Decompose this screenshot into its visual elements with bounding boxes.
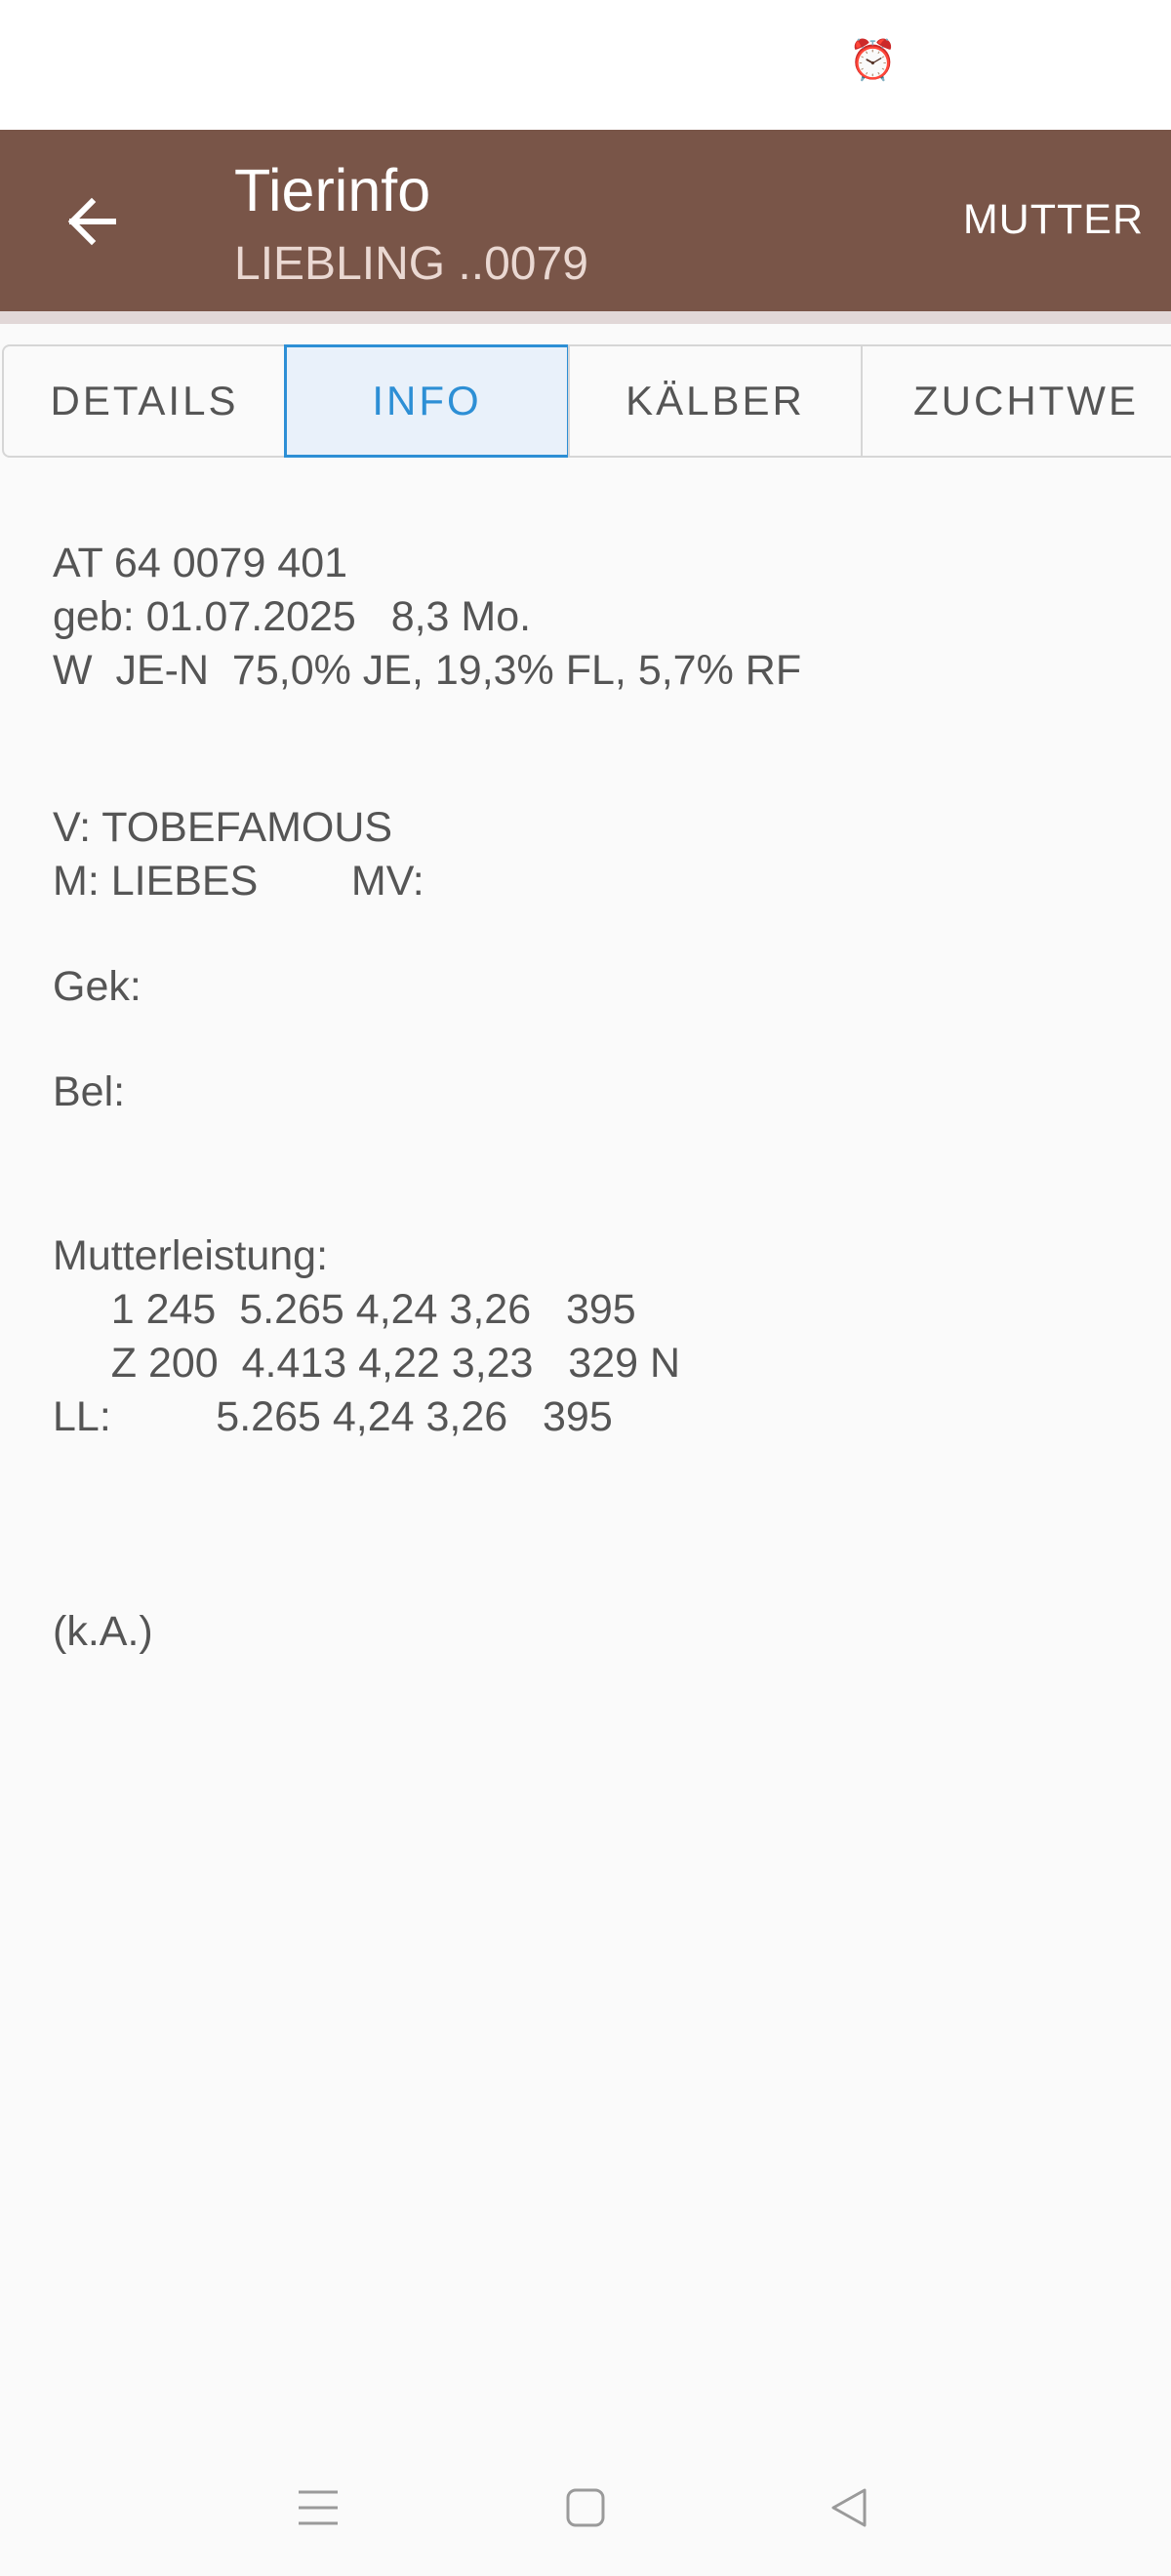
bel-info: Bel: <box>53 1068 126 1115</box>
system-nav-bar <box>0 2449 1171 2576</box>
mutterleistung-heading: Mutterleistung: <box>53 1232 329 1279</box>
menu-lines-icon <box>299 2490 338 2525</box>
triangle-left-icon <box>831 2488 867 2527</box>
tab-kaelber[interactable]: KÄLBER <box>568 344 863 458</box>
status-bar: 18:48 ⏰ ✱ ▮▮ 25 % <box>0 0 1171 130</box>
breed-info: W JE-N 75,0% JE, 19,3% FL, 5,7% RF <box>53 647 802 694</box>
birth-info: geb: 01.07.2025 8,3 Mo. <box>53 593 532 640</box>
animal-id: AT 64 0079 401 <box>53 540 348 586</box>
status-icons: ⏰ ✱ ▮▮ 25 % <box>848 37 1103 83</box>
tab-zuchtwerte[interactable]: ZUCHTWE <box>861 344 1171 458</box>
nav-home-button[interactable] <box>546 2469 625 2547</box>
arrow-left-icon <box>67 197 116 246</box>
back-button[interactable] <box>51 181 133 262</box>
nav-back-button[interactable] <box>810 2469 888 2547</box>
tab-strip: DETAILS INFO KÄLBER ZUCHTWE <box>0 344 1171 462</box>
ka-note: (k.A.) <box>53 1608 153 1655</box>
page-title: Tierinfo <box>234 157 431 223</box>
mutterleistung-row: Z 200 4.413 4,22 3,23 329 N <box>53 1340 681 1387</box>
nav-menu-button[interactable] <box>279 2469 357 2547</box>
mutterleistung-row: 1 245 5.265 4,24 3,26 395 <box>53 1286 636 1333</box>
app-bar-divider <box>0 311 1171 324</box>
battery-text: 25 % <box>1013 38 1103 81</box>
alarm-icon: ⏰ <box>848 39 898 82</box>
signal-icon: ▮▮ <box>956 38 1000 82</box>
bluetooth-icon: ✱ <box>910 38 944 82</box>
status-time: 18:48 <box>68 37 167 80</box>
gek-info: Gek: <box>53 963 141 1010</box>
tab-info[interactable]: INFO <box>284 344 570 458</box>
square-icon <box>566 2488 605 2527</box>
page-subtitle: LIEBLING ..0079 <box>234 238 588 290</box>
tab-details[interactable]: DETAILS <box>2 344 287 458</box>
app-bar: Tierinfo LIEBLING ..0079 MUTTER <box>0 130 1171 311</box>
dam-info: M: LIEBES MV: <box>53 858 424 905</box>
sire-info: V: TOBEFAMOUS <box>53 804 393 851</box>
mutter-button[interactable]: MUTTER <box>963 196 1144 244</box>
lifetime-performance: LL: 5.265 4,24 3,26 395 <box>53 1393 613 1440</box>
